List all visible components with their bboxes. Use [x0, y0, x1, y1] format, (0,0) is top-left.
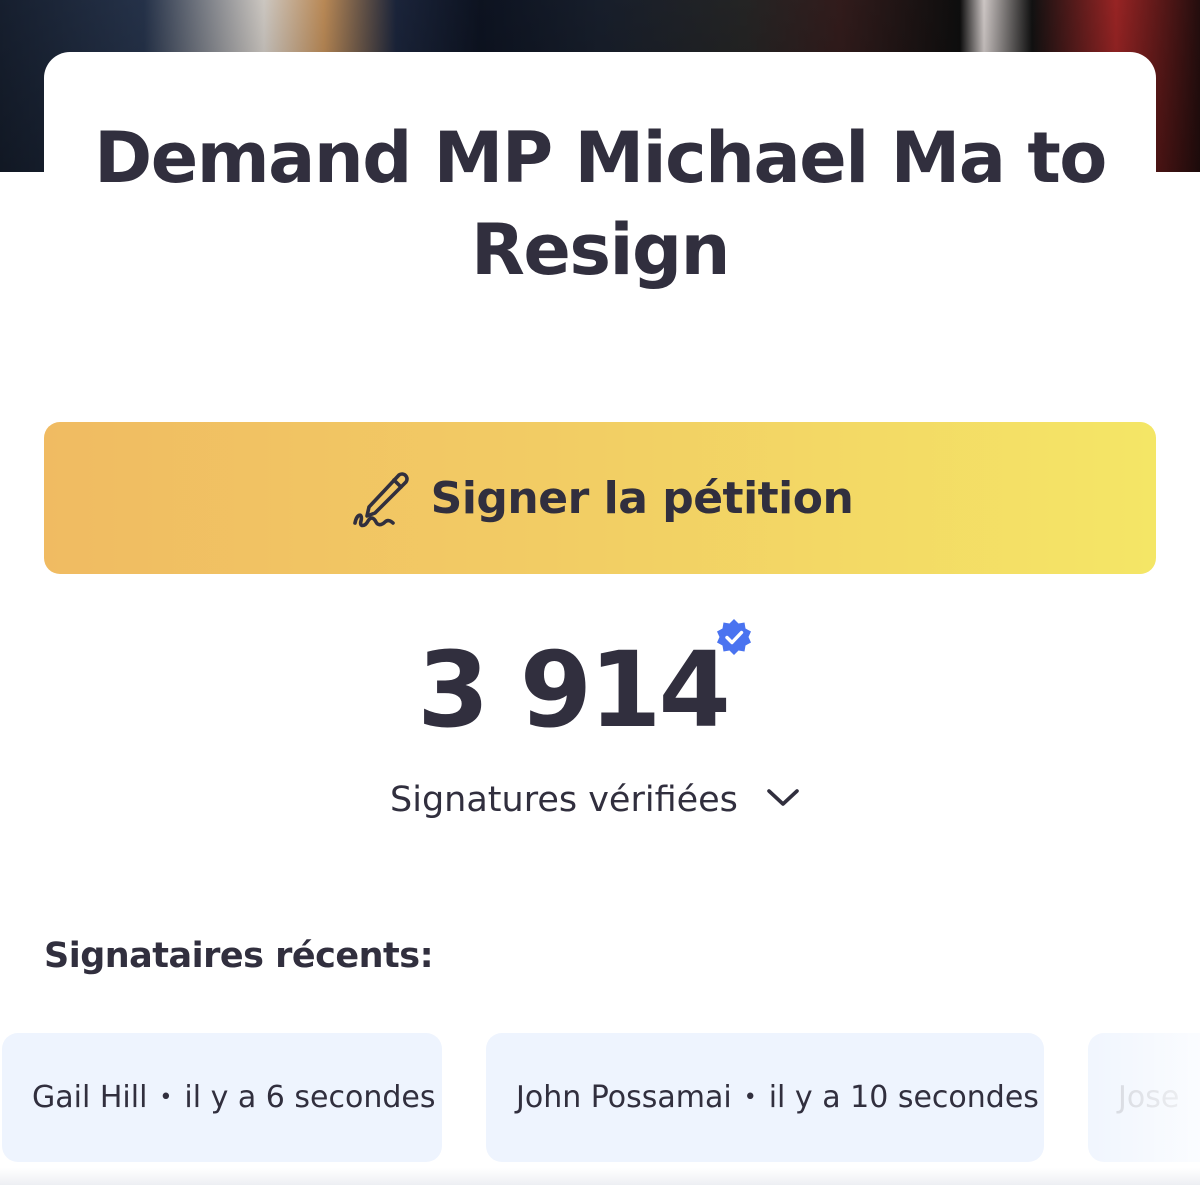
signer-name: Jose: [1118, 1080, 1180, 1115]
signature-count: 3 914: [417, 629, 731, 751]
verified-signatures-label: Signatures vérifiées: [390, 780, 738, 820]
recent-signer-item: Gail Hill • il y a 6 secondes: [2, 1033, 442, 1162]
verified-badge-icon: [714, 617, 754, 657]
sign-petition-label: Signer la pétition: [430, 472, 854, 524]
signer-name: John Possamai: [516, 1080, 732, 1115]
chevron-down-icon: [766, 787, 800, 814]
pen-signature-icon: [347, 463, 417, 533]
sign-petition-button[interactable]: Signer la pétition: [44, 422, 1156, 574]
recent-signer-item: Jose: [1088, 1033, 1200, 1162]
bottom-shadow: [0, 1168, 1200, 1185]
separator-dot: •: [159, 1085, 173, 1110]
signer-name: Gail Hill: [32, 1080, 148, 1115]
signer-time: il y a 6 secondes: [184, 1080, 436, 1115]
petition-page: Demand MP Michael Ma to Resign Signer la…: [0, 0, 1200, 1185]
recent-signers-heading: Signataires récents:: [44, 936, 434, 976]
signer-time: il y a 10 secondes: [768, 1080, 1039, 1115]
separator-dot: •: [743, 1085, 757, 1110]
recent-signer-item: John Possamai • il y a 10 secondes: [486, 1033, 1044, 1162]
petition-title: Demand MP Michael Ma to Resign: [94, 117, 1107, 291]
verified-signatures-toggle[interactable]: Signatures vérifiées: [390, 780, 800, 820]
